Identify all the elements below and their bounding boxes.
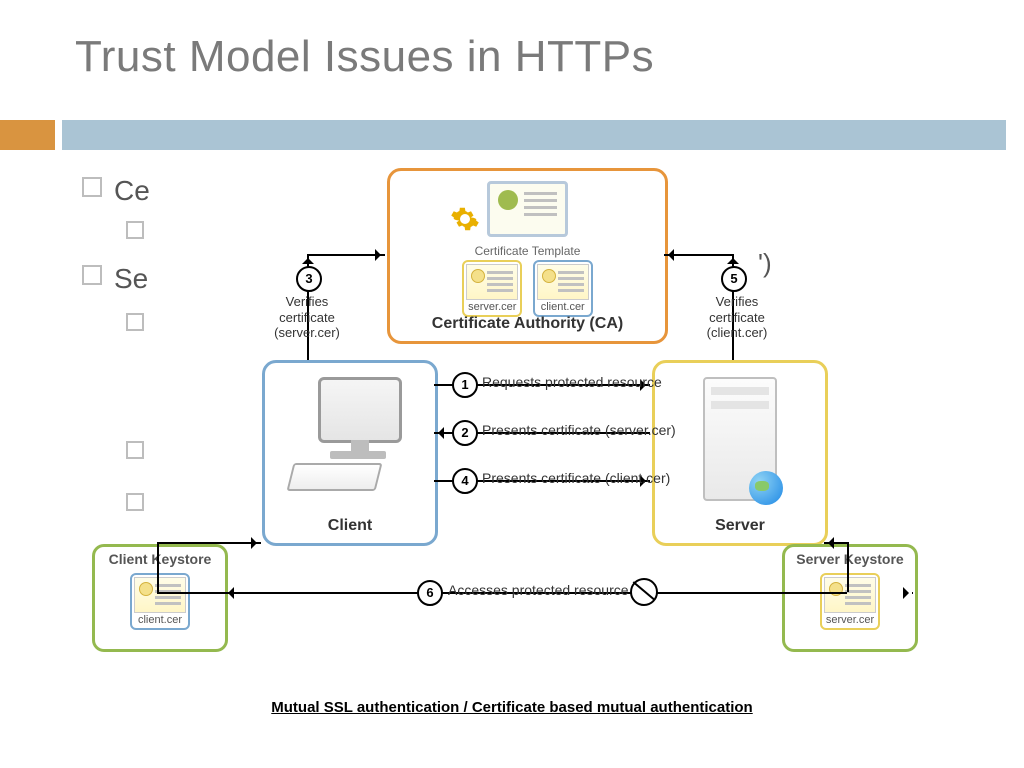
server-keystore: Server Keystore server.cer bbox=[782, 544, 918, 652]
step-1-badge: 1 bbox=[452, 372, 478, 398]
step-6-badge: 6 bbox=[417, 580, 443, 606]
step-4-text: Presents certificate (client.cer) bbox=[482, 470, 670, 486]
verify-left-line-h bbox=[307, 254, 385, 256]
ks-to-server-arrow bbox=[824, 542, 848, 544]
client-node: Client bbox=[262, 360, 438, 546]
client-label: Client bbox=[265, 517, 435, 535]
step-1-text: Requests protected resource bbox=[482, 374, 662, 390]
client-keystore: Client Keystore client.cer bbox=[92, 544, 228, 652]
cert-template-icon bbox=[390, 181, 665, 242]
step-3-badge: 3 bbox=[296, 266, 322, 292]
slide-title: Trust Model Issues in HTTPs bbox=[75, 32, 654, 82]
cert-template-label: Certificate Template bbox=[390, 244, 665, 258]
ca-label: Certificate Authority (CA) bbox=[390, 315, 665, 333]
diagram: Certificate Template server.cer client.c… bbox=[82, 164, 942, 724]
computer-icon bbox=[290, 377, 410, 487]
step-6-text: Accesses protected resource bbox=[448, 582, 629, 598]
verify-right-label: Verifiescertificate(client.cer) bbox=[672, 294, 802, 341]
verify-right-line-h bbox=[664, 254, 732, 256]
globe-icon bbox=[749, 471, 783, 505]
step-2-text: Presents certificate (server.cer) bbox=[482, 422, 676, 438]
verify-left-label: Verifiescertificate(server.cer) bbox=[242, 294, 372, 341]
ks-to-client-arrow bbox=[157, 542, 261, 544]
server-node: Server bbox=[652, 360, 828, 546]
accent-bar bbox=[0, 120, 55, 150]
ca-client-cert: client.cer bbox=[533, 260, 593, 317]
diagram-caption: Mutual SSL authentication / Certificate … bbox=[82, 699, 942, 716]
server-icon bbox=[703, 377, 777, 501]
step-2-badge: 2 bbox=[452, 420, 478, 446]
divider-bar bbox=[62, 120, 1006, 150]
server-keystore-title: Server Keystore bbox=[785, 547, 915, 567]
client-keystore-title: Client Keystore bbox=[95, 547, 225, 567]
ca-server-cert: server.cer bbox=[462, 260, 522, 317]
ca-node: Certificate Template server.cer client.c… bbox=[387, 168, 668, 344]
gear-icon bbox=[450, 204, 480, 234]
access-granted-icon bbox=[630, 578, 658, 606]
slide: Trust Model Issues in HTTPs Ce Se ') Cer… bbox=[0, 0, 1024, 768]
step-5-badge: 5 bbox=[721, 266, 747, 292]
server-label: Server bbox=[655, 517, 825, 535]
step-4-badge: 4 bbox=[452, 468, 478, 494]
